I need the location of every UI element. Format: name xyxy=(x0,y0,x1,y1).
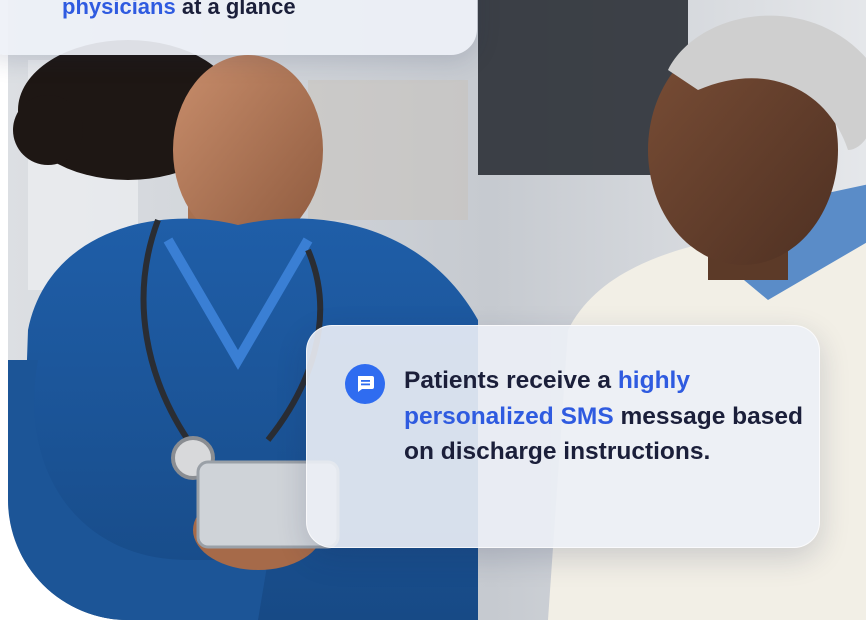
top-info-card: physicians at a glance xyxy=(0,0,477,55)
sms-card-part1: Patients receive a xyxy=(404,367,618,394)
top-card-rest: at a glance xyxy=(175,0,296,19)
top-card-text: physicians at a glance xyxy=(62,0,296,20)
message-icon xyxy=(345,364,385,404)
sms-card-text: Patients receive a highly personalized S… xyxy=(404,363,804,470)
top-card-highlight: physicians xyxy=(62,0,176,19)
sms-info-card: Patients receive a highly personalized S… xyxy=(306,325,820,548)
message-icon-glyph xyxy=(358,376,374,392)
